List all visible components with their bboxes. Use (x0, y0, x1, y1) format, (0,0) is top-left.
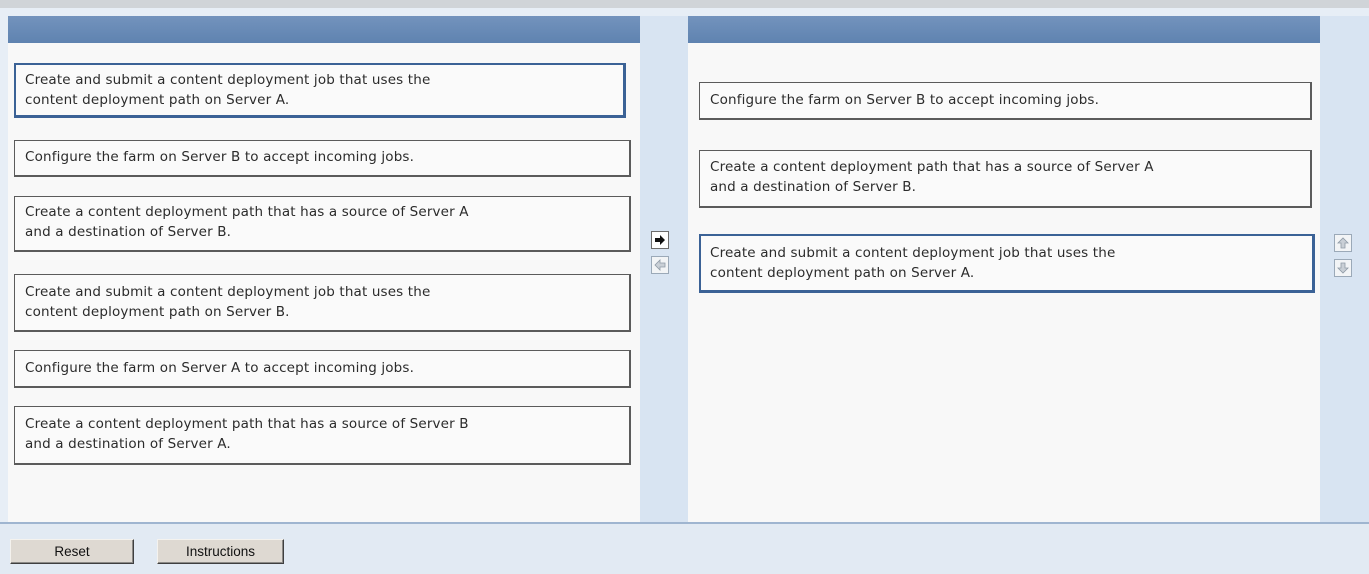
item-line: content deployment path on Server B. (25, 304, 290, 320)
source-list-header (8, 16, 640, 43)
answer-item[interactable]: Create a content deployment path that ha… (699, 150, 1312, 208)
arrow-down-icon (1337, 262, 1349, 274)
instructions-button[interactable]: Instructions (157, 539, 284, 564)
drag-drop-exercise: Create and submit a content deployment j… (0, 0, 1369, 574)
source-item[interactable]: Create and submit a content deployment j… (14, 63, 626, 118)
arrow-right-icon (655, 235, 665, 245)
answer-list-header (688, 16, 1320, 43)
arrow-left-icon (654, 259, 666, 271)
reorder-controls-gutter (1320, 16, 1369, 522)
source-item[interactable]: Configure the farm on Server B to accept… (14, 140, 631, 177)
top-strip (0, 0, 1369, 8)
move-down-button[interactable] (1334, 259, 1352, 277)
item-line: Create and submit a content deployment j… (25, 72, 431, 88)
answer-list-panel: Configure the farm on Server B to accept… (688, 16, 1320, 522)
item-line: Create and submit a content deployment j… (25, 284, 431, 300)
source-item[interactable]: Create and submit a content deployment j… (14, 274, 631, 332)
item-line: Create and submit a content deployment j… (710, 245, 1116, 261)
move-right-button[interactable] (651, 231, 669, 249)
item-line: Create a content deployment path that ha… (25, 204, 469, 220)
bottom-toolbar: Reset Instructions (0, 522, 1369, 574)
item-line: and a destination of Server A. (25, 436, 231, 452)
item-line: content deployment path on Server A. (25, 92, 290, 108)
answer-item[interactable]: Configure the farm on Server B to accept… (699, 82, 1312, 120)
move-left-button[interactable] (651, 256, 669, 274)
item-line: Create a content deployment path that ha… (710, 159, 1154, 175)
source-item[interactable]: Create a content deployment path that ha… (14, 196, 631, 252)
source-item[interactable]: Create a content deployment path that ha… (14, 406, 631, 465)
move-up-button[interactable] (1334, 234, 1352, 252)
item-line: and a destination of Server B. (710, 179, 917, 195)
arrow-up-icon (1337, 237, 1349, 249)
item-line: Create a content deployment path that ha… (25, 416, 469, 432)
item-line: Configure the farm on Server B to accept… (25, 149, 415, 165)
source-item[interactable]: Configure the farm on Server A to accept… (14, 350, 631, 388)
item-line: content deployment path on Server A. (710, 265, 975, 281)
answer-item[interactable]: Create and submit a content deployment j… (699, 234, 1315, 293)
reset-button[interactable]: Reset (10, 539, 134, 564)
source-list-panel: Create and submit a content deployment j… (8, 16, 640, 522)
item-line: and a destination of Server B. (25, 224, 232, 240)
item-line: Configure the farm on Server A to accept… (25, 360, 415, 376)
move-controls-gutter (640, 16, 688, 522)
item-line: Configure the farm on Server B to accept… (710, 92, 1100, 108)
